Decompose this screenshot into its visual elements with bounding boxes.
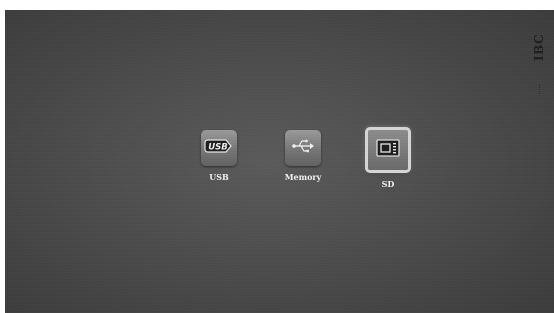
sd-label: SD [381, 179, 395, 189]
svg-text:USB: USB [208, 142, 228, 152]
menu-item-usb[interactable]: USB USB [179, 130, 259, 182]
media-source-screen: IBC USB USB Memory SD [5, 10, 554, 313]
sd-card-icon [375, 138, 401, 163]
brand-divider [539, 84, 542, 94]
usb-tile[interactable]: USB [201, 130, 237, 166]
brand-logo: IBC [532, 34, 546, 62]
menu-item-memory[interactable]: Memory [263, 130, 343, 182]
memory-tile[interactable] [285, 130, 321, 166]
usb-drive-icon: USB [204, 136, 234, 161]
menu-item-sd[interactable]: SD [348, 127, 428, 189]
usb-symbol-icon [291, 137, 315, 160]
usb-label: USB [209, 172, 229, 182]
sd-tile[interactable] [365, 127, 411, 173]
memory-label: Memory [284, 172, 322, 182]
